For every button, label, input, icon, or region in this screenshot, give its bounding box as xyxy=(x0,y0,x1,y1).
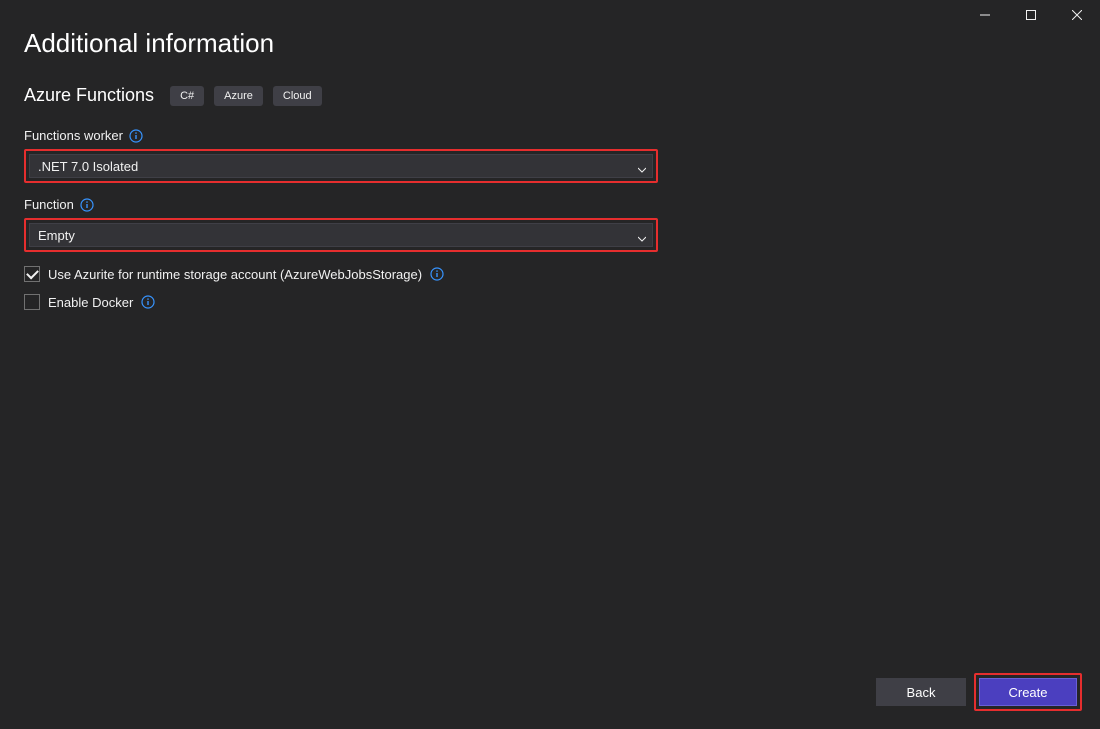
chevron-down-icon xyxy=(638,162,646,170)
azurite-label: Use Azurite for runtime storage account … xyxy=(48,267,422,282)
close-button[interactable] xyxy=(1054,0,1100,30)
function-label-text: Function xyxy=(24,197,74,212)
tag-csharp: C# xyxy=(170,86,204,106)
tag-azure: Azure xyxy=(214,86,263,106)
function-label: Function xyxy=(24,197,1076,212)
project-type-row: Azure Functions C# Azure Cloud xyxy=(24,85,1076,106)
minimize-button[interactable] xyxy=(962,0,1008,30)
info-icon[interactable] xyxy=(430,267,444,281)
function-value: Empty xyxy=(38,228,75,243)
azurite-checkbox[interactable] xyxy=(24,266,40,282)
back-button[interactable]: Back xyxy=(876,678,966,706)
functions-worker-highlight: .NET 7.0 Isolated xyxy=(24,149,658,183)
close-icon xyxy=(1072,10,1082,20)
docker-checkbox[interactable] xyxy=(24,294,40,310)
create-highlight: Create xyxy=(974,673,1082,711)
functions-worker-value: .NET 7.0 Isolated xyxy=(38,159,138,174)
functions-worker-label: Functions worker xyxy=(24,128,1076,143)
maximize-button[interactable] xyxy=(1008,0,1054,30)
tag-cloud: Cloud xyxy=(273,86,322,106)
function-highlight: Empty xyxy=(24,218,658,252)
functions-worker-dropdown[interactable]: .NET 7.0 Isolated xyxy=(29,154,653,178)
function-dropdown[interactable]: Empty xyxy=(29,223,653,247)
docker-label: Enable Docker xyxy=(48,295,133,310)
functions-worker-label-text: Functions worker xyxy=(24,128,123,143)
info-icon[interactable] xyxy=(129,129,143,143)
create-button[interactable]: Create xyxy=(979,678,1077,706)
minimize-icon xyxy=(980,10,990,20)
maximize-icon xyxy=(1026,10,1036,20)
info-icon[interactable] xyxy=(141,295,155,309)
chevron-down-icon xyxy=(638,231,646,239)
info-icon[interactable] xyxy=(80,198,94,212)
page-title: Additional information xyxy=(24,28,1076,59)
project-type-name: Azure Functions xyxy=(24,85,154,106)
